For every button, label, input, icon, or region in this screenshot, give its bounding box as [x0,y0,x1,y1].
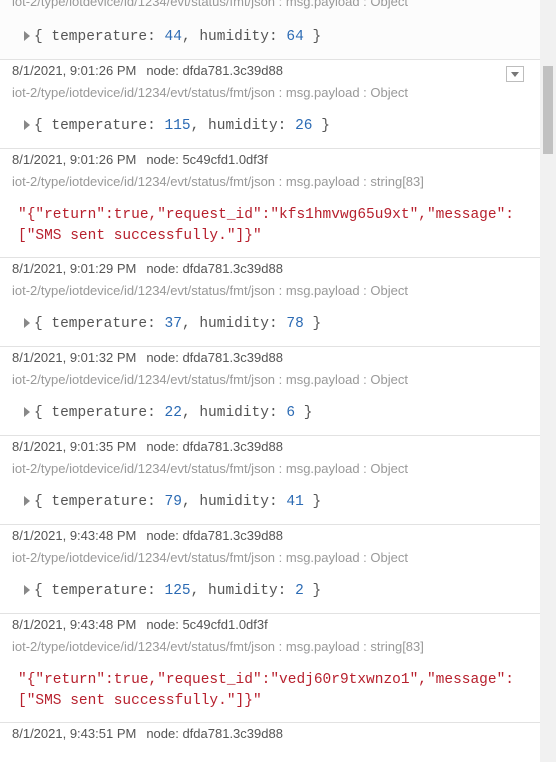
payload-string-line: "{"return":true,"request_id":"kfs1hmvwg6… [18,207,514,223]
payload-object[interactable]: { temperature: 37, humidity: 78 } [0,302,540,346]
temperature-value: 44 [164,29,182,45]
debug-message: 8/1/2021, 9:01:26 PM node: dfda781.3c39d8… [0,60,540,149]
temperature-value: 125 [164,583,191,599]
humidity-value: 41 [286,494,304,510]
payload-object[interactable]: { temperature: 115, humidity: 26 } [0,104,540,148]
message-meta: 8/1/2021, 9:01:26 PM node: dfda781.3c39d8… [0,60,540,82]
message-meta: 8/1/2021, 9:43:51 PM node: dfda781.3c39d8… [0,723,540,745]
humidity-value: 78 [286,316,304,332]
caret-right-icon[interactable] [24,496,30,506]
payload-object[interactable]: { temperature: 79, humidity: 41 } [0,480,540,524]
debug-message: iot-2/type/iotdevice/id/1234/evt/status/… [0,0,540,60]
message-timestamp: 8/1/2021, 9:01:26 PM [12,63,137,78]
payload-object[interactable]: { temperature: 22, humidity: 6 } [0,391,540,435]
message-meta: 8/1/2021, 9:01:26 PM node: 5c49cfd1.0df3f [0,149,540,171]
scrollbar-thumb[interactable] [543,66,553,154]
debug-message: 8/1/2021, 9:43:48 PM node: 5c49cfd1.0df3f… [0,614,540,723]
message-timestamp: 8/1/2021, 9:01:32 PM [12,350,137,365]
message-node-id[interactable]: node: dfda781.3c39d88 [146,726,283,741]
message-meta: 8/1/2021, 9:43:48 PM node: dfda781.3c39d8… [0,525,540,547]
message-timestamp: 8/1/2021, 9:43:48 PM [12,617,137,632]
vertical-scrollbar[interactable] [540,0,556,762]
message-topic: iot-2/type/iotdevice/id/1234/evt/status/… [12,283,408,298]
message-node-id[interactable]: node: dfda781.3c39d88 [146,63,283,78]
temperature-value: 22 [164,405,182,421]
humidity-value: 26 [295,118,313,134]
message-node-id[interactable]: node: dfda781.3c39d88 [146,439,283,454]
message-node-id[interactable]: node: dfda781.3c39d88 [146,350,283,365]
message-timestamp: 8/1/2021, 9:01:29 PM [12,261,137,276]
message-timestamp: 8/1/2021, 9:43:48 PM [12,528,137,543]
debug-message: 8/1/2021, 9:01:35 PM node: dfda781.3c39d8… [0,436,540,525]
debug-message: 8/1/2021, 9:01:29 PM node: dfda781.3c39d8… [0,258,540,347]
caret-right-icon[interactable] [24,407,30,417]
payload-object[interactable]: { temperature: 125, humidity: 2 } [0,569,540,613]
message-meta: 8/1/2021, 9:01:32 PM node: dfda781.3c39d8… [0,347,540,369]
message-topic: iot-2/type/iotdevice/id/1234/evt/status/… [12,550,408,565]
debug-message: 8/1/2021, 9:43:51 PM node: dfda781.3c39d8… [0,723,540,745]
payload-string[interactable]: "{"return":true,"request_id":"kfs1hmvwg6… [0,193,540,257]
message-timestamp: 8/1/2021, 9:43:51 PM [12,726,137,741]
message-meta: 8/1/2021, 9:01:29 PM node: dfda781.3c39d8… [0,258,540,280]
message-timestamp: 8/1/2021, 9:01:26 PM [12,152,137,167]
payload-string-line: ["SMS sent successfully."]}" [18,228,262,244]
message-topic: iot-2/type/iotdevice/id/1234/evt/status/… [12,461,408,476]
payload-string-line: ["SMS sent successfully."]}" [18,693,262,709]
message-topic: iot-2/type/iotdevice/id/1234/evt/status/… [12,85,408,100]
payload-object[interactable]: { temperature: 44, humidity: 64 } [0,15,540,59]
message-topic: iot-2/type/iotdevice/id/1234/evt/status/… [12,174,424,189]
message-node-id[interactable]: node: 5c49cfd1.0df3f [146,152,267,167]
caret-right-icon[interactable] [24,318,30,328]
message-topic: iot-2/type/iotdevice/id/1234/evt/status/… [12,372,408,387]
message-node-id[interactable]: node: 5c49cfd1.0df3f [146,617,267,632]
message-topic: iot-2/type/iotdevice/id/1234/evt/status/… [12,639,424,654]
message-meta: 8/1/2021, 9:43:48 PM node: 5c49cfd1.0df3f [0,614,540,636]
message-meta: 8/1/2021, 9:01:35 PM node: dfda781.3c39d8… [0,436,540,458]
message-node-id[interactable]: node: dfda781.3c39d88 [146,528,283,543]
caret-right-icon[interactable] [24,120,30,130]
debug-message: 8/1/2021, 9:01:32 PM node: dfda781.3c39d8… [0,347,540,436]
message-topic: iot-2/type/iotdevice/id/1234/evt/status/… [12,0,408,9]
temperature-value: 115 [164,118,191,134]
chevron-down-icon [511,71,519,77]
temperature-value: 37 [164,316,182,332]
humidity-value: 6 [286,405,296,421]
message-menu-button[interactable] [506,66,524,82]
payload-string-line: "{"return":true,"request_id":"vedj60r9tx… [18,672,514,688]
payload-string[interactable]: "{"return":true,"request_id":"vedj60r9tx… [0,658,540,722]
debug-message-list: iot-2/type/iotdevice/id/1234/evt/status/… [0,0,540,762]
humidity-value: 64 [286,29,304,45]
message-timestamp: 8/1/2021, 9:01:35 PM [12,439,137,454]
caret-right-icon[interactable] [24,31,30,41]
message-node-id[interactable]: node: dfda781.3c39d88 [146,261,283,276]
humidity-value: 2 [295,583,304,599]
temperature-value: 79 [164,494,182,510]
debug-message: 8/1/2021, 9:43:48 PM node: dfda781.3c39d8… [0,525,540,614]
debug-message: 8/1/2021, 9:01:26 PM node: 5c49cfd1.0df3f… [0,149,540,258]
caret-right-icon[interactable] [24,585,30,595]
